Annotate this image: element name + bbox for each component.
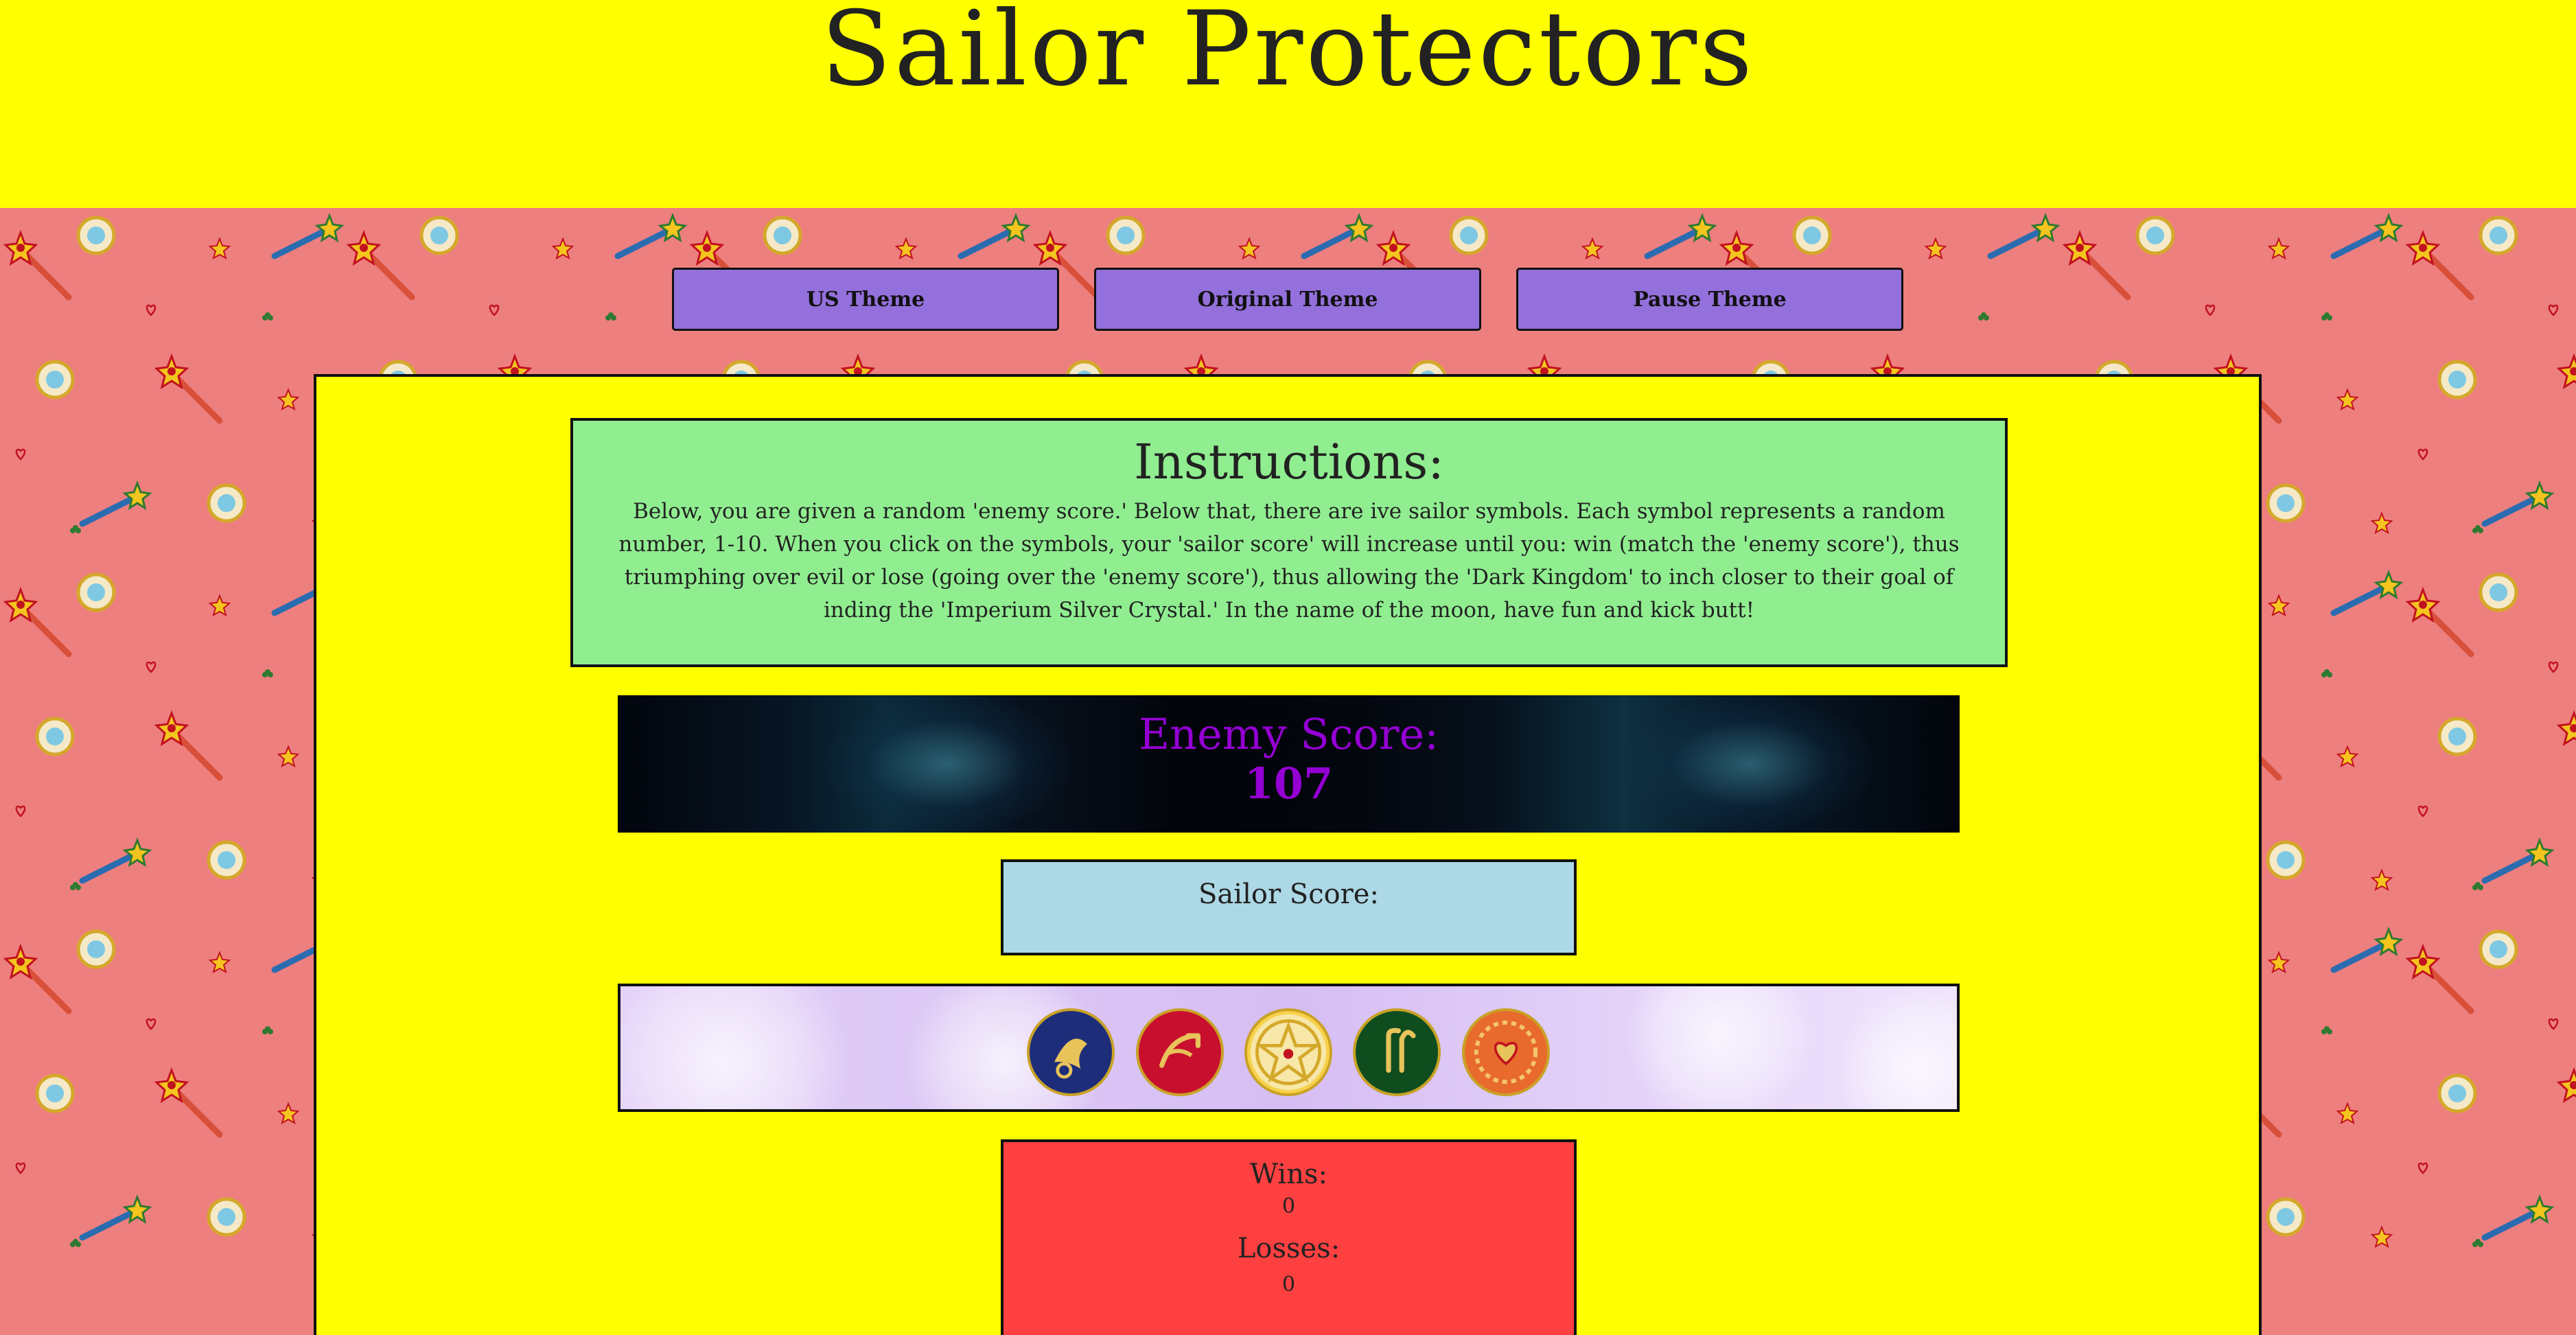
venus-symbol-icon[interactable] <box>1462 1008 1550 1096</box>
instructions-heading: Instructions: <box>1134 434 1444 490</box>
enemy-score-value: 107 <box>1244 758 1334 809</box>
mercury-symbol-icon[interactable] <box>1027 1008 1115 1096</box>
enemy-score-box: Enemy Score: 107 <box>618 695 1960 833</box>
losses-value: 0 <box>1281 1273 1296 1297</box>
enemy-score-label: Enemy Score: <box>1138 709 1439 759</box>
wins-label: Wins: <box>1250 1159 1327 1190</box>
instructions-box: Instructions: Below, you are given a ran… <box>570 418 2008 667</box>
losses-label: Losses: <box>1237 1233 1341 1264</box>
lace-decoration-icon <box>1616 986 1822 1109</box>
lace-decoration-icon <box>1829 993 1957 1109</box>
us-theme-button[interactable]: US Theme <box>672 268 1059 331</box>
wins-value: 0 <box>1281 1194 1296 1218</box>
instructions-text: Below, you are given a random 'enemy sco… <box>618 499 1960 623</box>
site-header: Sailor Protectors <box>0 0 2576 208</box>
sailor-score-label: Sailor Score: <box>1198 879 1379 910</box>
sailor-symbols-box <box>618 984 1960 1112</box>
scoreboard-box: Wins: 0 Losses: 0 <box>1001 1139 1577 1335</box>
pause-theme-button[interactable]: Pause Theme <box>1516 268 1903 331</box>
lace-decoration-icon <box>620 986 868 1109</box>
original-theme-button[interactable]: Original Theme <box>1094 268 1481 331</box>
mars-symbol-icon[interactable] <box>1136 1008 1224 1096</box>
site-title: Sailor Protectors <box>820 0 1756 109</box>
jupiter-symbol-icon[interactable] <box>1353 1008 1441 1096</box>
sailor-score-box: Sailor Score: <box>1001 859 1577 955</box>
moon-star-symbol-icon[interactable] <box>1244 1008 1332 1096</box>
